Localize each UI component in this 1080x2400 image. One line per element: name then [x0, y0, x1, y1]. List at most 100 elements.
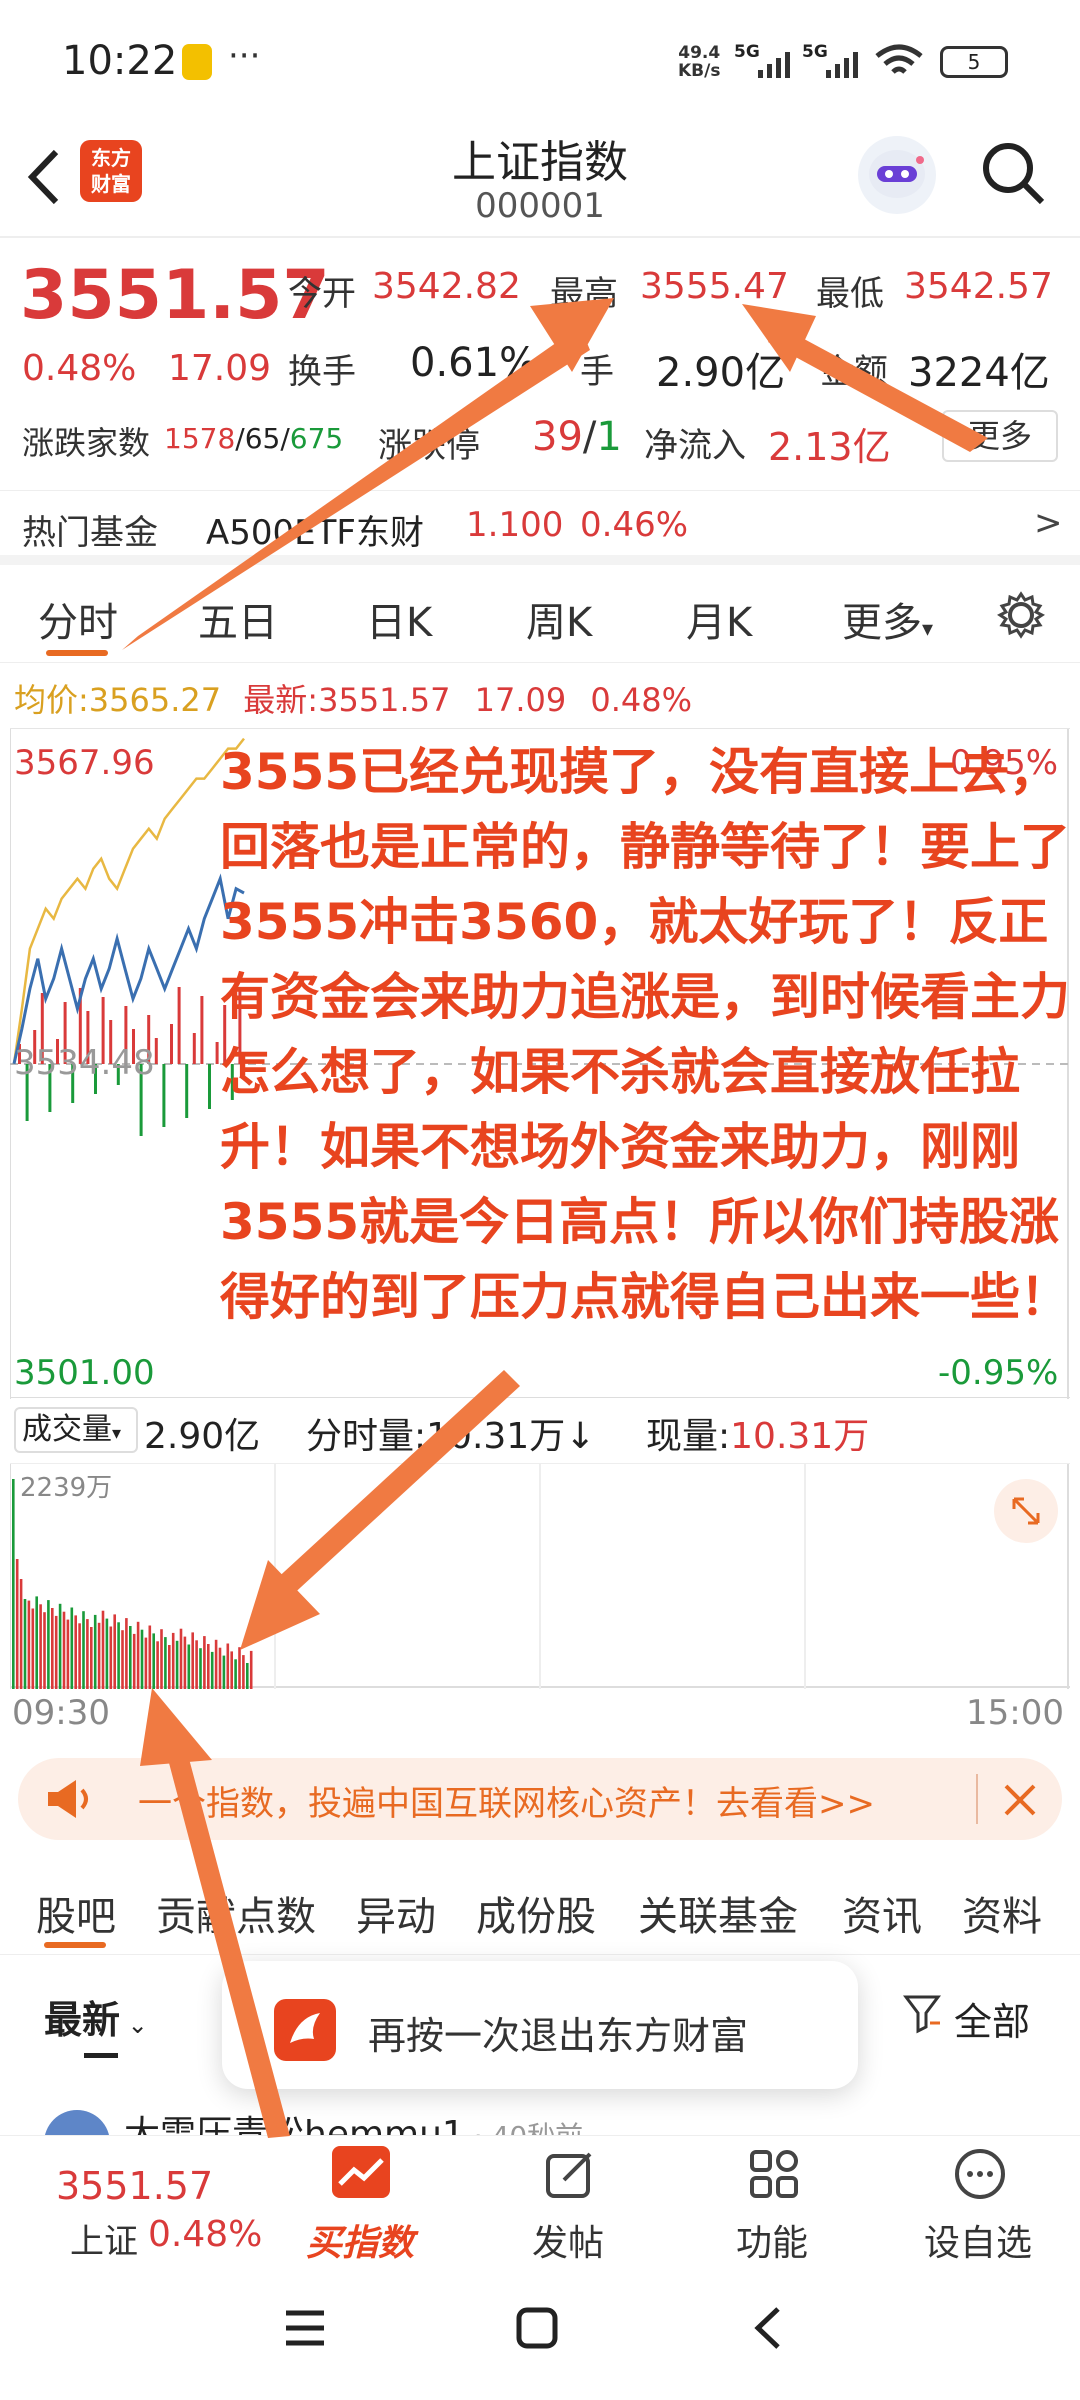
- promo-banner[interactable]: 一个指数，投遍中国互联网核心资产！去看看>>: [18, 1758, 1062, 1840]
- volume-bar: [238, 1647, 241, 1689]
- tab-related-funds[interactable]: 关联基金: [638, 1884, 798, 1942]
- tab-day-k[interactable]: 日K: [366, 590, 432, 648]
- filter-label[interactable]: 全部: [954, 1991, 1030, 2046]
- tab-guba[interactable]: 股吧: [36, 1884, 116, 1942]
- low-label: 最低: [816, 274, 884, 314]
- sort-selector[interactable]: 最新 ⌄: [44, 1989, 148, 2044]
- nav-post[interactable]: 发帖: [488, 2136, 648, 2266]
- promo-divider: [976, 1774, 978, 1824]
- low-value: 3542.57: [904, 266, 1053, 307]
- tab-more[interactable]: 更多▾: [842, 590, 933, 648]
- settings-gear-icon[interactable]: [996, 590, 1046, 640]
- close-icon[interactable]: [998, 1778, 1042, 1822]
- volume-selector[interactable]: 成交量▾: [14, 1407, 138, 1453]
- volume-bar: [15, 1559, 19, 1689]
- nav-functions[interactable]: 功能: [692, 2136, 852, 2266]
- volume-bar: [113, 1614, 116, 1689]
- volume-bar: [31, 1608, 35, 1689]
- flow-bar: [177, 987, 181, 1064]
- volume-bar: [183, 1636, 187, 1689]
- page-title: 上证指数: [452, 137, 628, 188]
- intraday-chart[interactable]: 均价:3565.27 最新:3551.57 17.09 0.48% 3567.9…: [0, 663, 1080, 1743]
- flow-bar: [185, 1064, 189, 1118]
- volume-bar: [39, 1604, 42, 1689]
- section-tabs: 股吧 贡献点数 异动 成份股 关联基金 资讯 资料: [0, 1860, 1080, 1955]
- volume-bar: [54, 1615, 58, 1689]
- volume-bar: [117, 1622, 120, 1689]
- volume-bar: [125, 1618, 128, 1689]
- volume-bar: [74, 1615, 77, 1689]
- volume-bar: [121, 1630, 124, 1689]
- volume-value: 2.90亿: [656, 350, 786, 396]
- nav-add-watchlist[interactable]: 设自选: [898, 2136, 1058, 2266]
- volume-bar: [226, 1643, 230, 1689]
- sort-indicator: [84, 2053, 118, 2058]
- chevron-right-icon: >: [1034, 503, 1063, 543]
- robot-assistant-icon[interactable]: [858, 136, 936, 214]
- net-speed: 49.4 KB/s: [678, 43, 721, 81]
- tab-five-day[interactable]: 五日: [198, 590, 278, 648]
- volume-bar: [164, 1637, 167, 1689]
- change-value: 17.09: [168, 348, 272, 389]
- hot-fund-price: 1.100: [466, 505, 564, 545]
- volume-bar: [187, 1644, 191, 1689]
- more-button[interactable]: 更多: [942, 410, 1058, 462]
- tab-contribution[interactable]: 贡献点数: [156, 1884, 316, 1942]
- menu-icon[interactable]: [282, 2305, 328, 2351]
- volume-bar: [218, 1647, 222, 1689]
- breadth-values: 1578/65/675: [164, 422, 344, 455]
- volume-bar: [222, 1655, 226, 1689]
- nav-index-quote[interactable]: 3551.57 上证 0.48%: [30, 2136, 270, 2266]
- tab-month-k[interactable]: 月K: [686, 590, 752, 648]
- volume-max-label: 2239万: [20, 1473, 113, 1503]
- tab-constituents[interactable]: 成份股: [476, 1884, 596, 1942]
- flow-bar: [170, 1024, 173, 1064]
- netflow-value: 2.13亿: [768, 425, 891, 469]
- grid-icon: [746, 2146, 802, 2202]
- volume-plot: [10, 1463, 1070, 1689]
- more-notifications-icon: ···: [228, 36, 261, 76]
- time-start: 09:30: [12, 1693, 110, 1733]
- volume-bar: [214, 1639, 218, 1689]
- volume-bar: [109, 1626, 113, 1689]
- tab-news[interactable]: 资讯: [842, 1884, 922, 1942]
- current-price: 3551.57: [20, 256, 330, 335]
- volume-total: 2.90亿: [144, 1416, 261, 1457]
- volume-bar: [171, 1632, 175, 1689]
- volume-bar: [195, 1640, 198, 1689]
- toast-text: 再按一次退出东方财富: [368, 2014, 749, 2058]
- current-volume: 现量:10.31万: [646, 1416, 870, 1457]
- filter-icon[interactable]: [902, 1991, 942, 2035]
- volume-bar: [160, 1629, 163, 1689]
- back-icon[interactable]: [20, 142, 70, 212]
- volume-bar: [230, 1651, 233, 1689]
- period-volume: 分时量:10.31万↓: [306, 1416, 596, 1457]
- back-nav-icon[interactable]: [746, 2305, 792, 2351]
- volume-bar: [234, 1659, 237, 1689]
- volume-bar: [136, 1621, 140, 1689]
- volume-bar: [203, 1636, 206, 1689]
- hot-fund-row[interactable]: 热门基金 A500ETF东财 1.100 0.46% >: [0, 490, 1080, 565]
- tab-week-k[interactable]: 周K: [526, 590, 592, 648]
- axis-mid-price: 3534.48: [14, 1043, 155, 1083]
- exit-toast: 再按一次退出东方财富: [222, 1961, 858, 2089]
- nav-buy-label: 买指数: [305, 2223, 414, 2264]
- volume-bar: [90, 1627, 93, 1689]
- axis-top-price: 3567.96: [14, 743, 155, 783]
- amount-value: 3224亿: [908, 350, 1050, 396]
- battery-icon: 5: [940, 46, 1008, 78]
- volume-bar: [132, 1633, 136, 1689]
- tab-intraday[interactable]: 分时: [38, 590, 118, 648]
- nav-buy-index[interactable]: 买指数: [280, 2136, 440, 2266]
- tab-profile[interactable]: 资料: [962, 1884, 1042, 1942]
- home-icon[interactable]: [514, 2305, 560, 2351]
- post-author[interactable]: 大雪压青松hemmu1 · 40秒前: [124, 2105, 583, 2135]
- edit-icon: [542, 2146, 598, 2202]
- hot-fund-pct: 0.46%: [580, 505, 689, 545]
- notification-icon: [182, 44, 212, 80]
- search-icon[interactable]: [978, 138, 1048, 208]
- tab-movement[interactable]: 异动: [356, 1884, 436, 1942]
- nav-pct: 0.48%: [148, 2214, 263, 2255]
- expand-icon[interactable]: [994, 1479, 1058, 1543]
- app-logo: 东方 财富: [80, 140, 142, 202]
